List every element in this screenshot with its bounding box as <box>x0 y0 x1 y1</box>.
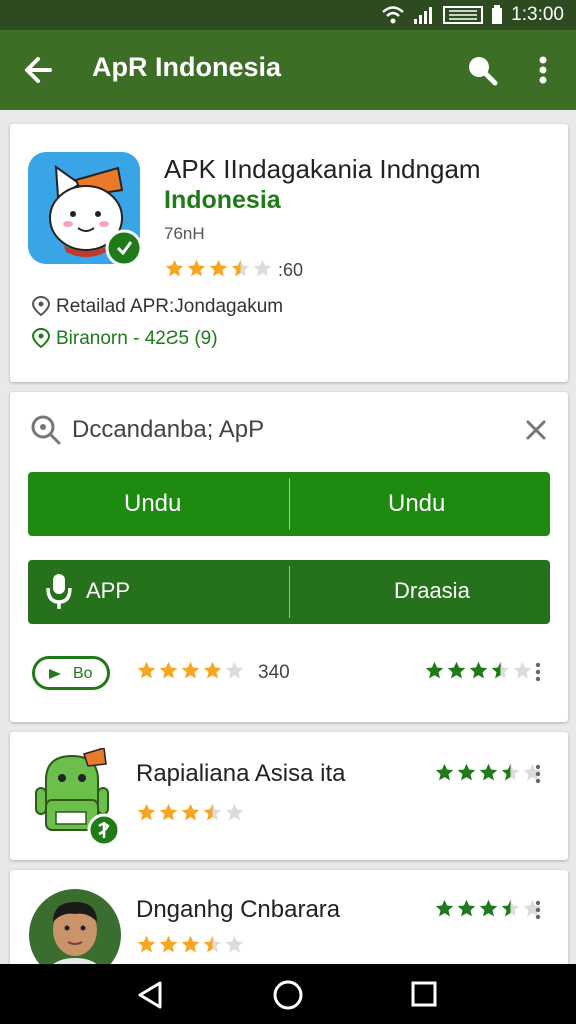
back-arrow-icon[interactable] <box>20 50 60 90</box>
star-icon <box>469 661 488 679</box>
download-left-label: Undu <box>124 490 182 517</box>
app-buttons: APP Draasia <box>28 560 550 624</box>
badge-text: Bo <box>73 665 93 682</box>
page-title: ApR Indonesia <box>92 52 282 82</box>
download-left-button[interactable]: Undu <box>28 472 289 536</box>
sim-icon <box>443 6 484 24</box>
star-icon <box>181 935 200 953</box>
microphone-icon <box>46 574 72 609</box>
star-icon <box>479 899 498 917</box>
app-icon[interactable] <box>28 152 146 270</box>
app-rating-text: :60 <box>278 260 304 280</box>
list-item-title: Dnganhg Cnbarara <box>136 896 341 923</box>
android-mascot-icon <box>35 748 121 847</box>
app-size: 76nH <box>164 224 205 243</box>
wifi-icon <box>382 6 405 24</box>
star-icon <box>435 763 454 781</box>
star-icon <box>457 899 476 917</box>
star-icon <box>231 259 250 277</box>
right-button[interactable]: Draasia <box>290 560 550 624</box>
star-icon <box>137 935 156 953</box>
star-icon <box>253 259 272 277</box>
star-icon <box>225 935 244 953</box>
list-item-title: Rapialiana Asisa ita <box>136 760 346 787</box>
list-item[interactable]: Dnganhg Cnbarara <box>10 870 568 982</box>
list-item-stars <box>136 802 245 823</box>
more-options-icon[interactable] <box>535 662 541 682</box>
star-icon <box>425 661 444 679</box>
rating-stars-right <box>424 660 533 681</box>
list-item-stars-right <box>434 898 543 919</box>
app-detail-card[interactable]: APK IIndagakania Indngam Indonesia 76nH … <box>10 124 568 382</box>
more-options-icon[interactable] <box>535 900 541 920</box>
star-icon <box>457 763 476 781</box>
retail-text: Retailad APR:Jondagakum <box>56 296 284 317</box>
star-icon <box>181 661 200 679</box>
rating-count: 340 <box>258 662 290 683</box>
search-icon <box>31 415 61 445</box>
star-icon <box>137 803 156 821</box>
star-icon <box>181 803 200 821</box>
star-icon <box>479 763 498 781</box>
status-bar: 1:3:00 <box>0 0 576 30</box>
right-button-label: Draasia <box>394 578 470 603</box>
star-icon <box>159 803 178 821</box>
star-icon <box>225 803 244 821</box>
list-item-stars-right <box>434 762 543 783</box>
search-text[interactable]: Dccandanba; ApP <box>72 416 264 444</box>
list-item[interactable]: Rapialiana Asisa ita <box>10 732 568 860</box>
app-bar: ApR Indonesia <box>0 30 576 110</box>
more-options-icon[interactable] <box>535 764 541 784</box>
star-icon <box>203 803 222 821</box>
star-icon <box>435 899 454 917</box>
star-icon <box>137 661 156 679</box>
app-subtitle: Indonesia <box>164 186 281 214</box>
rating-stars <box>136 660 245 681</box>
download-right-label: Undu <box>388 490 446 517</box>
location-pin-green-icon <box>32 328 50 348</box>
signal-icon <box>414 7 433 24</box>
star-icon <box>209 259 228 277</box>
app-button-label: APP <box>86 578 131 603</box>
star-icon <box>187 259 206 277</box>
search-icon[interactable] <box>462 50 502 90</box>
star-icon <box>159 661 178 679</box>
location-text: Biranorn - 42Ƨ5 (9) <box>56 328 218 349</box>
location-pin-icon <box>32 296 50 316</box>
navigation-bar <box>0 964 576 1024</box>
download-buttons: Undu Undu <box>28 472 550 536</box>
star-icon <box>159 935 178 953</box>
star-icon <box>501 899 520 917</box>
star-icon <box>225 661 244 679</box>
star-icon <box>203 661 222 679</box>
nav-home-icon[interactable] <box>272 979 304 1011</box>
battery-icon <box>492 5 503 24</box>
star-icon <box>501 763 520 781</box>
app-button[interactable]: APP <box>28 560 289 624</box>
more-options-icon[interactable] <box>528 50 558 90</box>
star-icon <box>513 661 532 679</box>
app-title: APK IIndagakania Indngam <box>164 154 481 184</box>
play-icon <box>49 669 61 679</box>
action-card: Dccandanba; ApP Undu Undu APP Draasia Bo… <box>10 392 568 722</box>
download-right-button[interactable]: Undu <box>290 472 550 536</box>
nav-back-icon[interactable] <box>136 980 164 1010</box>
nav-recents-icon[interactable] <box>410 980 438 1008</box>
list-item-stars <box>136 934 245 955</box>
star-icon <box>165 259 184 277</box>
close-icon[interactable] <box>524 418 548 442</box>
app-rating-stars <box>164 258 273 279</box>
status-time: 1:3:00 <box>511 4 564 25</box>
star-icon <box>491 661 510 679</box>
star-icon <box>203 935 222 953</box>
badge-button[interactable]: Bo <box>32 656 110 690</box>
star-icon <box>447 661 466 679</box>
